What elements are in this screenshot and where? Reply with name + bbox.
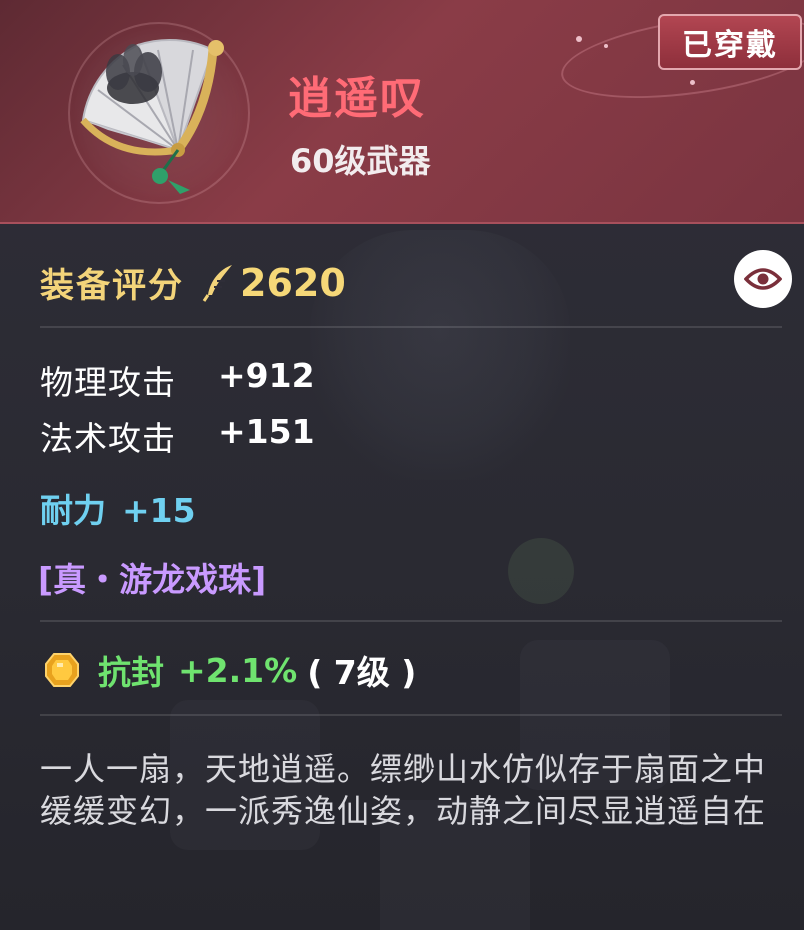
- gem-stat-value: +2.1%: [178, 650, 298, 690]
- divider: [40, 326, 782, 328]
- item-description: 一人一扇，天地逍遥。缥缈山水仿似存于扇面之中缓缓变幻，一派秀逸仙姿，动静之间尽显…: [40, 750, 767, 830]
- item-tooltip-panel: 逍遥叹 60级武器 已穿戴 装备评分 2620 物理攻击 +912 法术攻击 +…: [0, 0, 804, 930]
- sparkle-icon: [690, 80, 695, 85]
- background-upgrade-icon: [508, 538, 574, 604]
- stat-name: 物理攻击: [40, 363, 176, 402]
- item-icon[interactable]: [68, 22, 250, 204]
- sparkle-icon: [604, 44, 608, 48]
- gem-row: 抗封 +2.1% ( 7级 ): [44, 646, 416, 694]
- eye-icon: [744, 268, 782, 290]
- item-header: 逍遥叹 60级武器 已穿戴: [0, 0, 804, 224]
- preview-button[interactable]: [734, 250, 792, 308]
- item-name: 逍遥叹: [288, 73, 426, 124]
- gem-stat-name: 抗封: [98, 653, 164, 692]
- stat-endurance: 耐力 +15: [40, 484, 196, 532]
- stat-value: +912: [218, 356, 315, 395]
- quill-icon: [202, 263, 236, 303]
- background-character-silhouette: [310, 230, 570, 480]
- divider: [40, 714, 782, 716]
- gem-level: ( 7级 ): [307, 653, 417, 692]
- item-level-type: 60级武器: [290, 142, 431, 180]
- stat-name: 法术攻击: [40, 419, 176, 458]
- stat-value: +15: [122, 491, 196, 530]
- score-value: 2620: [240, 260, 346, 305]
- score-label: 装备评分: [40, 266, 184, 306]
- stat-magic-attack: 法术攻击 +151: [40, 412, 315, 460]
- stat-value: +151: [218, 412, 315, 451]
- gem-icon: [44, 652, 80, 688]
- equipped-badge: 已穿戴: [658, 14, 802, 70]
- divider: [40, 620, 782, 622]
- sparkle-icon: [576, 36, 582, 42]
- equipment-score: 装备评分 2620: [40, 258, 346, 307]
- special-effect[interactable]: [真・游龙戏珠]: [38, 553, 266, 601]
- fan-weapon-icon: [80, 38, 224, 194]
- stat-name: 耐力: [40, 491, 106, 530]
- stat-physical-attack: 物理攻击 +912: [40, 356, 315, 404]
